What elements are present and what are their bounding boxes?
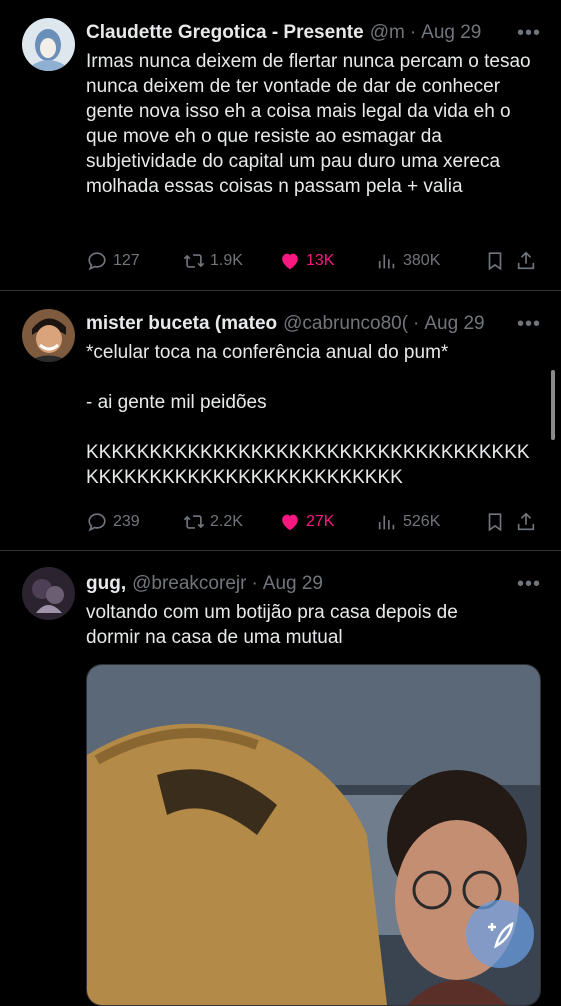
share-button[interactable]	[515, 250, 541, 272]
more-dots-icon[interactable]: •••	[509, 573, 541, 596]
reply-count: 127	[113, 252, 140, 269]
separator-dot: ·	[409, 22, 417, 43]
bookmark-button[interactable]	[484, 250, 515, 272]
reply-count: 239	[113, 513, 140, 530]
share-icon	[517, 251, 535, 270]
display-name[interactable]: gug,	[86, 573, 126, 595]
views-button[interactable]: 380K	[376, 250, 484, 272]
tweet-date[interactable]: Aug 29	[263, 573, 323, 595]
like-button[interactable]: 27K	[279, 511, 376, 533]
retweet-count: 2.2K	[210, 513, 243, 530]
reply-button[interactable]: 239	[86, 511, 183, 533]
tweet-text: Irmas nunca deixem de flertar nunca perc…	[86, 51, 531, 197]
user-handle[interactable]: @m	[370, 22, 405, 44]
retweet-button[interactable]: 2.2K	[183, 511, 279, 533]
bookmark-icon	[488, 252, 502, 271]
action-bar: 127 1.9K 13K 380K	[86, 248, 541, 274]
action-bar: 239 2.2K 27K 526K	[86, 509, 541, 535]
user-handle[interactable]: @breakcorejr	[132, 573, 246, 595]
bookmark-button[interactable]	[484, 511, 515, 533]
views-chart-icon	[378, 254, 395, 269]
avatar[interactable]	[22, 18, 75, 71]
share-button[interactable]	[515, 511, 541, 533]
scrollbar[interactable]	[551, 370, 555, 440]
like-button[interactable]: 13K	[279, 250, 376, 272]
tweet[interactable]: mister buceta (mateo @cabrunco80( · Aug …	[0, 291, 561, 551]
compose-tweet-button[interactable]	[466, 900, 534, 968]
reply-icon	[88, 513, 106, 532]
bookmark-icon	[488, 513, 502, 532]
retweet-icon	[183, 254, 205, 268]
reply-button[interactable]: 127	[86, 250, 183, 272]
avatar[interactable]	[22, 309, 75, 362]
views-chart-icon	[378, 515, 395, 530]
tweet-text: voltando com um botijão pra casa depois …	[86, 602, 458, 648]
user-handle[interactable]: @cabrunco80(	[283, 313, 408, 335]
more-dots-icon[interactable]: •••	[509, 313, 541, 336]
heart-filled-icon	[282, 253, 298, 270]
separator-dot: ·	[413, 313, 420, 334]
like-count: 27K	[306, 513, 335, 530]
reply-icon	[88, 252, 106, 271]
display-name[interactable]: Claudette Gregotica - Presente	[86, 22, 364, 44]
more-dots-icon[interactable]: •••	[509, 22, 541, 45]
avatar[interactable]	[22, 567, 75, 620]
view-count: 526K	[403, 513, 441, 530]
retweet-icon	[183, 515, 205, 529]
retweet-count: 1.9K	[210, 252, 243, 269]
tweet[interactable]: Claudette Gregotica - Presente @m · Aug …	[0, 0, 561, 291]
share-icon	[517, 512, 535, 531]
tweet-date[interactable]: Aug 29	[424, 313, 484, 335]
like-count: 13K	[306, 252, 335, 269]
heart-filled-icon	[282, 514, 298, 531]
tweet-text: *celular toca na conferência anual do pu…	[86, 342, 530, 488]
tweet-date[interactable]: Aug 29	[421, 22, 481, 44]
separator-dot: ·	[251, 573, 258, 594]
view-count: 380K	[403, 252, 441, 269]
views-button[interactable]: 526K	[376, 511, 484, 533]
feather-plus-icon	[488, 921, 514, 949]
retweet-button[interactable]: 1.9K	[183, 250, 279, 272]
display-name[interactable]: mister buceta (mateo	[86, 313, 277, 335]
